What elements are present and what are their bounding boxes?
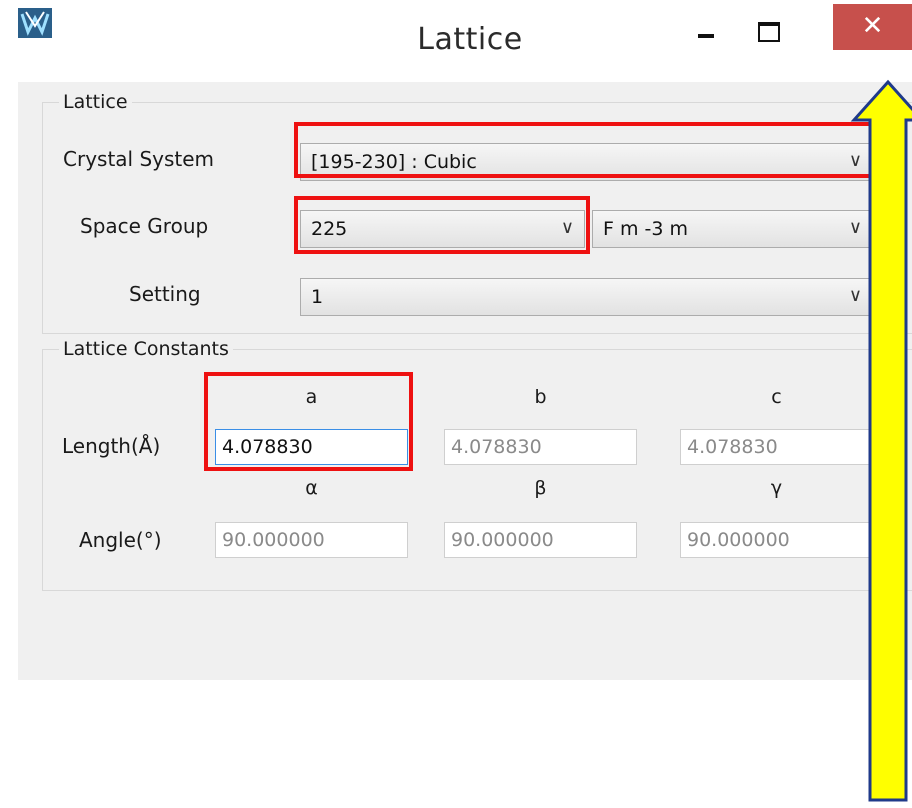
angle-header-gamma: γ	[770, 477, 783, 499]
lattice-constants-title: Lattice Constants	[59, 338, 233, 360]
space-group-label: Space Group	[80, 214, 209, 238]
length-header-c: c	[771, 386, 782, 408]
dialog-body: Lattice Crystal System [195-230] : Cubic…	[18, 82, 912, 680]
close-button[interactable]: ✕	[833, 4, 912, 50]
lattice-group-title: Lattice	[59, 91, 132, 113]
angle-header-alpha: α	[305, 477, 318, 499]
angle-alpha-input[interactable]	[215, 522, 408, 558]
length-c-input[interactable]	[680, 429, 873, 465]
length-label: Length(Å)	[62, 434, 161, 458]
lattice-groupbox: Lattice Crystal System [195-230] : Cubic…	[42, 91, 912, 334]
crystal-system-value: [195-230] : Cubic	[311, 151, 477, 173]
space-group-number-dropdown[interactable]: 225 ∨	[300, 210, 585, 248]
length-b-input[interactable]	[444, 429, 637, 465]
length-a-input[interactable]	[215, 429, 408, 465]
length-header-b: b	[534, 386, 547, 408]
space-group-number-value: 225	[311, 218, 348, 240]
angle-header-beta: β	[534, 477, 547, 499]
setting-dropdown[interactable]: 1 ∨	[300, 278, 873, 316]
up-arrow-annotation	[850, 79, 912, 802]
angle-beta-input[interactable]	[444, 522, 637, 558]
space-group-symbol-dropdown[interactable]: F m -3 m ∨	[592, 210, 873, 248]
crystal-system-dropdown[interactable]: [195-230] : Cubic ∨	[300, 143, 873, 181]
setting-label: Setting	[129, 282, 201, 306]
lattice-dialog: Lattice ✕ Lattice Crystal System [195-23…	[0, 0, 912, 680]
minimize-button[interactable]	[688, 10, 728, 50]
space-group-symbol-value: F m -3 m	[603, 218, 689, 240]
angle-gamma-input[interactable]	[680, 522, 873, 558]
title-bar[interactable]: Lattice ✕	[0, 0, 912, 82]
setting-value: 1	[311, 286, 324, 308]
maximize-button[interactable]	[744, 8, 788, 48]
lattice-constants-groupbox: Lattice Constants a b c Length(Å) α β γ …	[42, 338, 912, 591]
length-header-a: a	[305, 386, 318, 408]
crystal-system-label: Crystal System	[63, 147, 215, 171]
chevron-down-icon: ∨	[560, 217, 574, 238]
angle-label: Angle(°)	[79, 528, 162, 552]
